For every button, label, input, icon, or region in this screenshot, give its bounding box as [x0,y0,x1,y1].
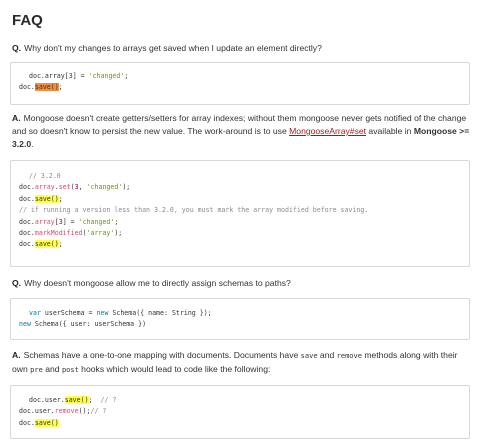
code-comment: // 3.2.0 [29,172,61,180]
question-1: Q. Why don't my changes to arrays get sav… [12,42,474,55]
code-line: doc.user.remove();// ? [19,407,107,416]
inline-code-save: save [300,352,318,360]
question-text: Why doesn't mongoose allow me to directl… [24,278,291,288]
inline-code-post: post [61,366,79,374]
answer-2: A. Schemas have a one-to-one mapping with… [12,350,458,374]
question-tag: Q. [12,43,22,53]
code-line: new Schema({ user: userSchema }) [19,320,147,329]
mongoosearray-set-link[interactable]: MongooseArray#set [289,126,366,136]
question-text: Why don't my changes to arrays get saved… [24,43,322,53]
answer-tag: A. [12,350,21,360]
code-block-schema-assign[interactable]: var userSchema = new Schema({ name: Stri… [10,298,470,340]
code-comment: // if running a version less than 3.2.0,… [19,206,369,215]
highlight-save-call: save() [34,83,59,92]
code-line: doc.save(); [19,240,63,249]
question-2: Q. Why doesn't mongoose allow me to direc… [12,277,474,290]
code-block-array-assign[interactable]: doc.array[3] = 'changed'; doc.save(); [10,62,470,105]
code-line: doc.user.save(); // ? [29,396,117,404]
question-tag: Q. [12,278,22,288]
code-line: doc.array.set(3, 'changed'); [19,183,131,192]
code-block-subdoc-save[interactable]: doc.user.save(); // ? doc.user.remove();… [10,385,470,439]
code-line: doc.save(); [19,83,63,92]
inline-code-remove: remove [336,352,362,360]
code-block-array-set[interactable]: // 3.2.0 doc.array.set(3, 'changed'); do… [10,160,470,267]
highlight-save-call: save() [34,418,59,427]
highlight-save-call: save() [64,396,89,404]
highlight-save-call: save() [34,194,59,203]
code-line: doc.save() [19,418,59,427]
code-line: doc.save(); [19,194,63,203]
inline-code-pre: pre [30,366,43,374]
highlight-save-call: save() [34,240,59,249]
code-line: var userSchema = new Schema({ name: Stri… [29,309,212,317]
code-line: doc.array[3] = 'changed'; [19,217,119,226]
faq-heading: FAQ [12,12,43,29]
answer-tag: A. [12,113,21,123]
code-line: doc.markModified('array'); [19,229,123,238]
answer-1: A. Mongoose doesn't create getters/setter… [12,113,470,149]
code-line: doc.array[3] = 'changed'; [29,72,129,80]
